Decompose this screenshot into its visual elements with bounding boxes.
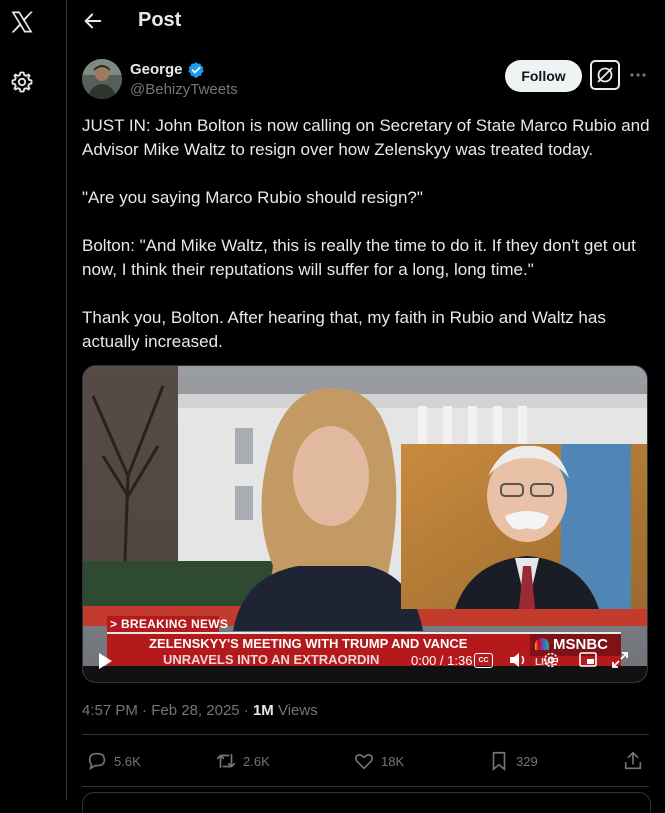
repost-button[interactable]: 2.6K bbox=[215, 746, 270, 776]
grok-icon bbox=[597, 67, 613, 83]
views-count: 1M bbox=[252, 702, 274, 719]
divider bbox=[82, 734, 649, 735]
bookmark-count: 329 bbox=[516, 753, 538, 769]
like-count: 18K bbox=[381, 753, 405, 769]
post-date[interactable]: Feb 28, 2025 bbox=[151, 702, 239, 719]
divider bbox=[82, 786, 649, 787]
follow-button[interactable]: Follow bbox=[505, 60, 582, 92]
reply-button[interactable]: 5.6K bbox=[86, 746, 141, 776]
chyron-line-2: UNRAVELS INTO AN EXTRAORDIN bbox=[163, 652, 380, 667]
views-label: Views bbox=[277, 702, 318, 719]
separator-dot: · bbox=[142, 702, 152, 719]
captions-label: CC bbox=[478, 657, 489, 664]
page-title: Post bbox=[138, 9, 182, 31]
header-bar: Post bbox=[66, 0, 665, 44]
reply-composer[interactable] bbox=[82, 792, 651, 813]
settings-gear-icon[interactable] bbox=[542, 651, 560, 669]
bookmark-icon bbox=[492, 751, 506, 772]
avatar[interactable] bbox=[82, 59, 122, 99]
reply-count: 5.6K bbox=[114, 753, 141, 769]
picture-in-picture-icon[interactable] bbox=[579, 652, 597, 667]
separator-dot: · bbox=[243, 702, 253, 719]
share-button[interactable] bbox=[622, 746, 644, 776]
share-icon bbox=[624, 751, 642, 770]
heart-icon bbox=[355, 754, 373, 770]
msnbc-peacock-icon bbox=[535, 638, 549, 650]
more-options-icon[interactable] bbox=[629, 70, 647, 80]
tweet-paragraph: Thank you, Bolton. After hearing that, m… bbox=[82, 308, 606, 351]
author-name[interactable]: George bbox=[130, 61, 183, 78]
bookmark-button[interactable]: 329 bbox=[488, 746, 538, 776]
play-icon[interactable] bbox=[97, 652, 113, 670]
fullscreen-icon[interactable] bbox=[611, 651, 629, 669]
post-timestamp: 4:57 PM · Feb 28, 2025 · 1M Views bbox=[82, 702, 318, 719]
captions-button[interactable]: CC bbox=[474, 653, 493, 668]
grok-button[interactable] bbox=[590, 60, 620, 90]
tweet-text: JUST IN: John Bolton is now calling on S… bbox=[82, 114, 657, 378]
network-logo: MSNBC bbox=[553, 636, 608, 653]
volume-icon[interactable] bbox=[508, 651, 528, 669]
verified-badge-icon bbox=[188, 62, 204, 78]
breaking-news-label: > BREAKING NEWS bbox=[110, 617, 229, 631]
post-time[interactable]: 4:57 PM bbox=[82, 702, 138, 719]
tweet-paragraph: "Are you saying Marco Rubio should resig… bbox=[82, 188, 423, 207]
tweet-paragraph: JUST IN: John Bolton is now calling on S… bbox=[82, 116, 650, 159]
engagement-bar: 5.6K 2.6K 18K 329 bbox=[82, 746, 649, 776]
gear-icon[interactable] bbox=[10, 70, 34, 94]
video-player[interactable]: > BREAKING NEWS ZELENSKYY'S MEETING WITH… bbox=[82, 365, 648, 683]
tweet-paragraph: Bolton: "And Mike Waltz, this is really … bbox=[82, 236, 636, 279]
chyron-line-1: ZELENSKYY'S MEETING WITH TRUMP AND VANCE bbox=[149, 636, 468, 651]
repost-icon bbox=[216, 753, 236, 769]
x-logo-icon[interactable] bbox=[8, 8, 36, 36]
author-handle[interactable]: @BehizyTweets bbox=[130, 81, 238, 98]
video-time: 0:00 / 1:36 bbox=[411, 653, 473, 668]
like-button[interactable]: 18K bbox=[353, 746, 404, 776]
post-detail-column: Post George @BehizyTweets Follow JUST IN… bbox=[66, 0, 665, 813]
reply-icon bbox=[88, 752, 106, 771]
arrow-left-icon[interactable] bbox=[82, 10, 104, 32]
repost-count: 2.6K bbox=[243, 753, 270, 769]
left-nav-rail bbox=[0, 0, 67, 800]
